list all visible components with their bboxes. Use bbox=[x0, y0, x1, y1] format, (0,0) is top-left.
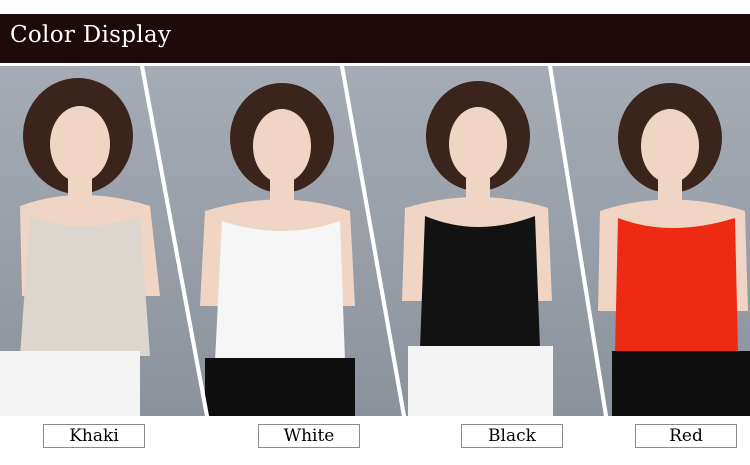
color-label-red[interactable]: Red bbox=[635, 424, 737, 448]
page-title: Color Display bbox=[10, 22, 172, 48]
color-label-white[interactable]: White bbox=[258, 424, 360, 448]
header-bar: Color Display bbox=[0, 14, 750, 63]
color-labels-row: Khaki White Black Red bbox=[0, 424, 750, 450]
top-khaki bbox=[20, 216, 150, 356]
color-label-khaki[interactable]: Khaki bbox=[43, 424, 145, 448]
product-photo-strip bbox=[0, 66, 750, 416]
color-label-black[interactable]: Black bbox=[461, 424, 563, 448]
photo-collage bbox=[0, 66, 750, 416]
top-black bbox=[420, 216, 540, 348]
top-red bbox=[615, 218, 738, 354]
top-white bbox=[215, 221, 345, 361]
